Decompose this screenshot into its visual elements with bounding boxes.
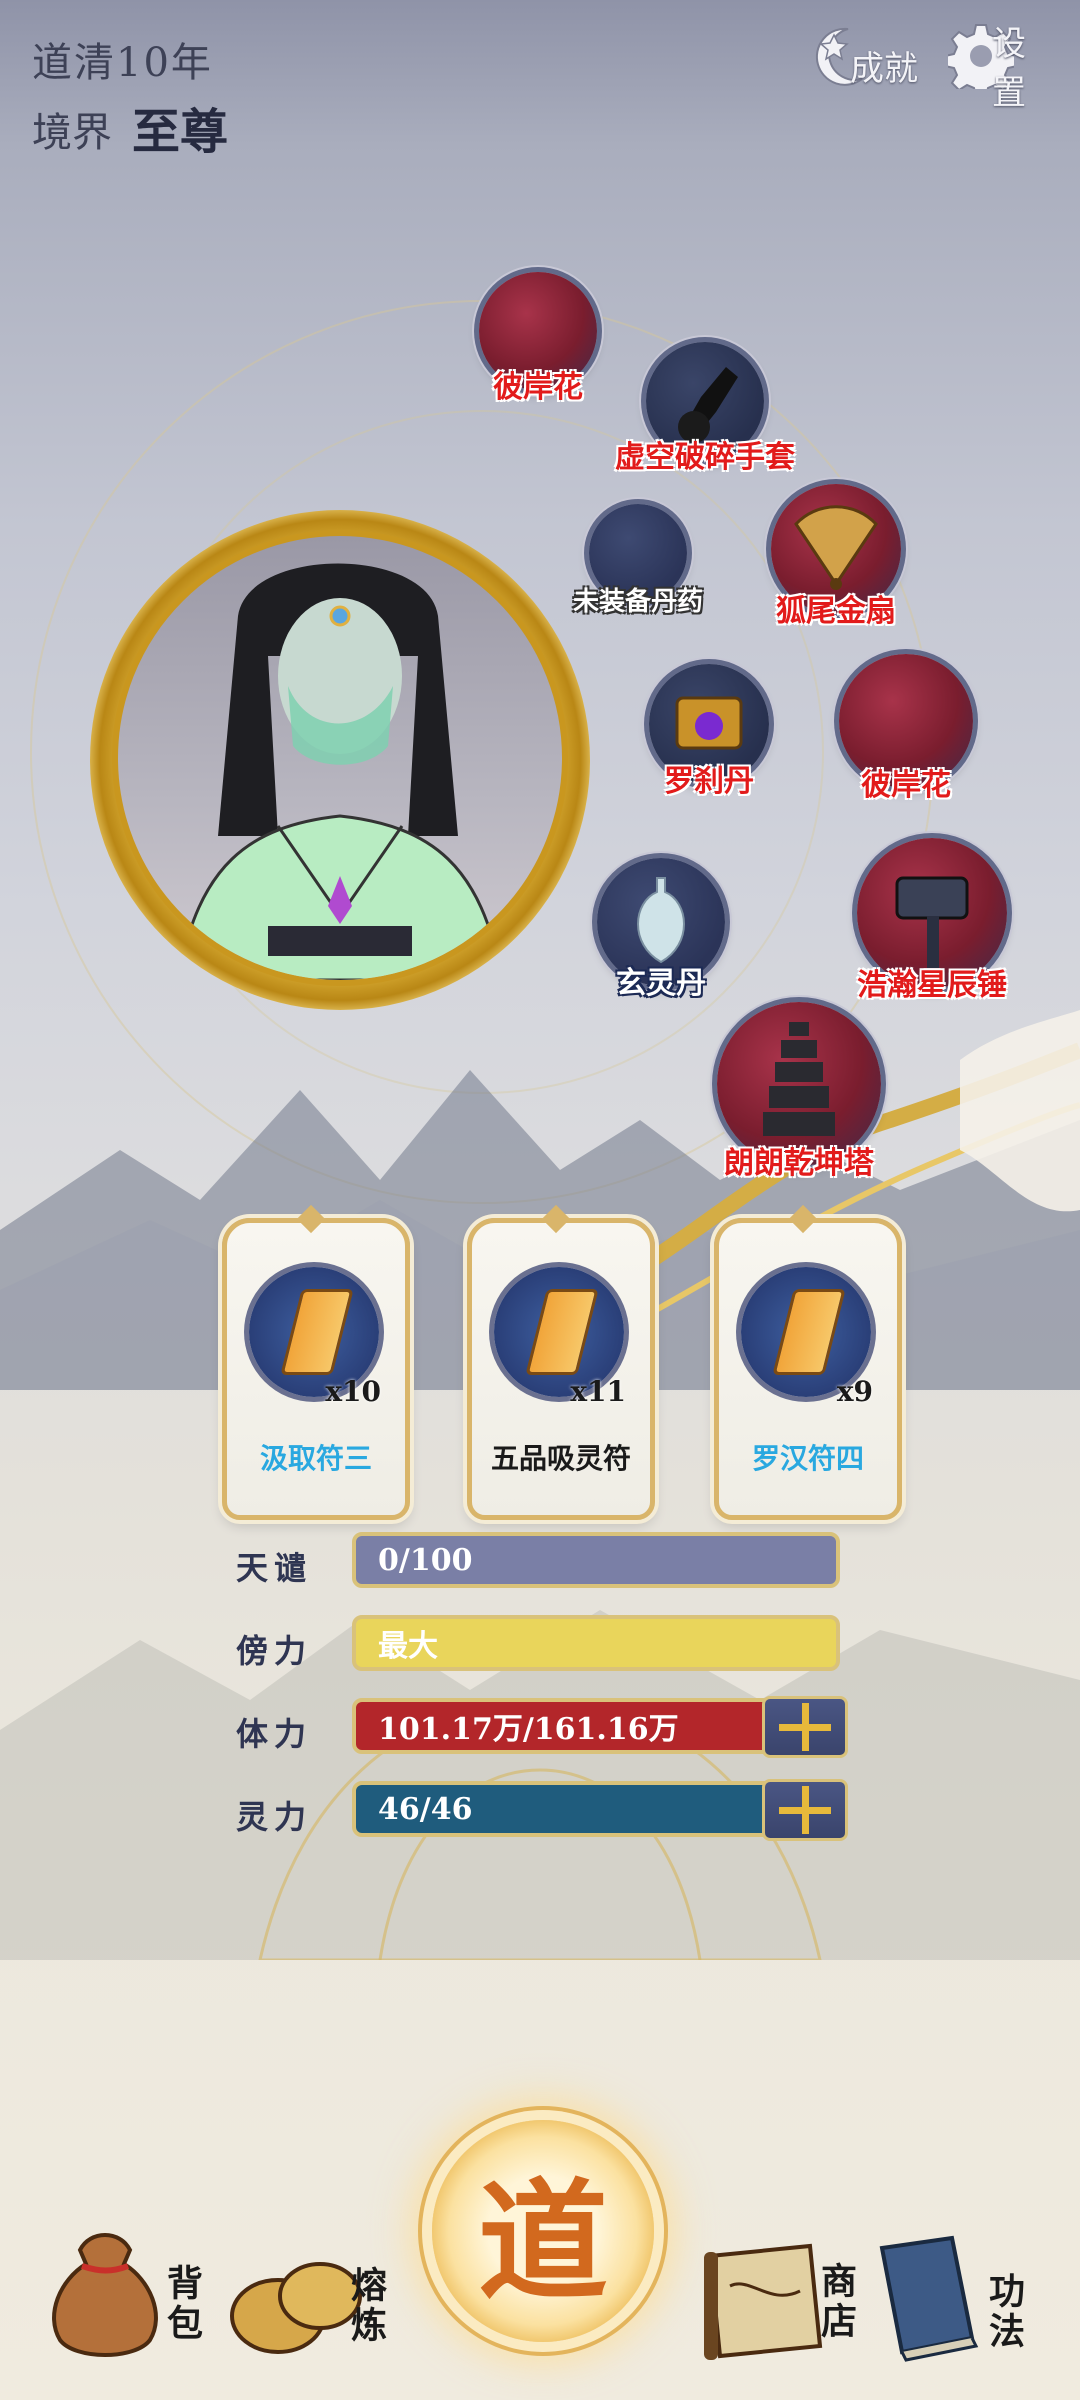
talisman-count: x10 (325, 1375, 381, 1408)
equipment-label: 罗刹丹 (664, 764, 754, 799)
stat-label-tianqian: 天谴 (236, 1549, 313, 1587)
bag-label: 背包 (161, 2264, 203, 2344)
equipment-slot[interactable]: 彼岸花 (838, 654, 974, 803)
stat-label-tili: 体力 (236, 1715, 313, 1753)
equipment-slot[interactable]: 狐尾金扇 (770, 484, 902, 629)
stat-value: 最大 (378, 1629, 438, 1664)
dao-cultivate-button[interactable]: 道 (432, 2120, 654, 2342)
talisman-scroll-icon (772, 1289, 846, 1375)
stat-value: 101.17万/161.16万 (378, 1712, 679, 1747)
equipment-slot[interactable]: 玄灵丹 (596, 858, 726, 1001)
equipment-label: 未装备丹药 (572, 587, 703, 617)
achievements-button[interactable]: 成就 (812, 16, 927, 96)
smelt-label: 熔炼 (345, 2266, 387, 2346)
settings-label: 设置 (992, 24, 1026, 113)
equipment-slot[interactable]: 彼岸花 (478, 272, 598, 405)
stat-label-lingli: 灵力 (236, 1798, 313, 1836)
bag-icon (52, 2233, 158, 2357)
skills-label: 功法 (983, 2272, 1025, 2352)
stat-label-bangli: 傍力 (236, 1632, 313, 1670)
equipment-slot[interactable]: 浩瀚星辰锤 (856, 838, 1008, 1003)
character-illustration (176, 563, 504, 980)
character-portrait[interactable] (112, 530, 568, 986)
talisman-count: x9 (836, 1375, 873, 1408)
add-tili-button[interactable] (762, 1696, 848, 1758)
book-icon (879, 2235, 979, 2362)
equipment-label: 朗朗乾坤塔 (724, 1146, 874, 1181)
realm-label: 境界 (32, 110, 112, 156)
talisman-name: 汲取符三 (259, 1442, 372, 1475)
settings-button[interactable]: 设置 (948, 16, 1058, 113)
equipment-label: 彼岸花 (861, 768, 951, 803)
equipment-label: 浩瀚星辰锤 (857, 968, 1007, 1003)
talisman-card[interactable]: x10 汲取符三 (222, 1204, 410, 1520)
talisman-scroll-icon (280, 1289, 354, 1375)
game-screen: 道清10年 境界 至尊 成就 设置 彼岸花 虚空破碎手套 未装备丹药 狐尾金扇 … (0, 0, 1080, 2400)
add-lingli-button[interactable] (762, 1779, 848, 1841)
shop-button[interactable]: 商店 (700, 2236, 880, 2386)
equipment-label: 狐尾金扇 (776, 594, 896, 629)
game-year: 道清10年 (32, 40, 213, 86)
stat-bar-bangli: 最大 (352, 1615, 840, 1671)
stat-bar-tianqian: 0/100 (352, 1532, 840, 1588)
shop-label: 商店 (815, 2262, 857, 2342)
equipment-slot[interactable]: 虚空破碎手套 (615, 342, 795, 475)
stat-value: 0/100 (378, 1542, 473, 1578)
realm-value: 至尊 (132, 104, 229, 160)
talisman-card[interactable]: x9 罗汉符四 (714, 1204, 902, 1520)
smelt-button[interactable]: 熔炼 (228, 2236, 408, 2386)
dao-label: 道 (477, 2165, 608, 2318)
equipment-slot[interactable]: 朗朗乾坤塔 (716, 1002, 882, 1181)
equipment-label: 虚空破碎手套 (615, 440, 795, 475)
achievements-label: 成就 (850, 48, 918, 89)
equipment-label: 玄灵丹 (616, 966, 706, 1001)
talisman-count: x11 (570, 1375, 626, 1408)
stat-value: 46/46 (378, 1791, 473, 1827)
talisman-name: 罗汉符四 (751, 1442, 864, 1475)
equipment-slot[interactable]: 罗刹丹 (648, 664, 770, 799)
bag-button[interactable]: 背包 (40, 2220, 220, 2370)
equipment-slot[interactable]: 未装备丹药 (573, 504, 703, 617)
equipment-label: 彼岸花 (493, 370, 583, 405)
skills-button[interactable]: 功法 (862, 2228, 1042, 2378)
talisman-name: 五品吸灵符 (490, 1442, 631, 1475)
talisman-card[interactable]: x11 五品吸灵符 (467, 1204, 655, 1520)
talisman-scroll-icon (525, 1289, 599, 1375)
